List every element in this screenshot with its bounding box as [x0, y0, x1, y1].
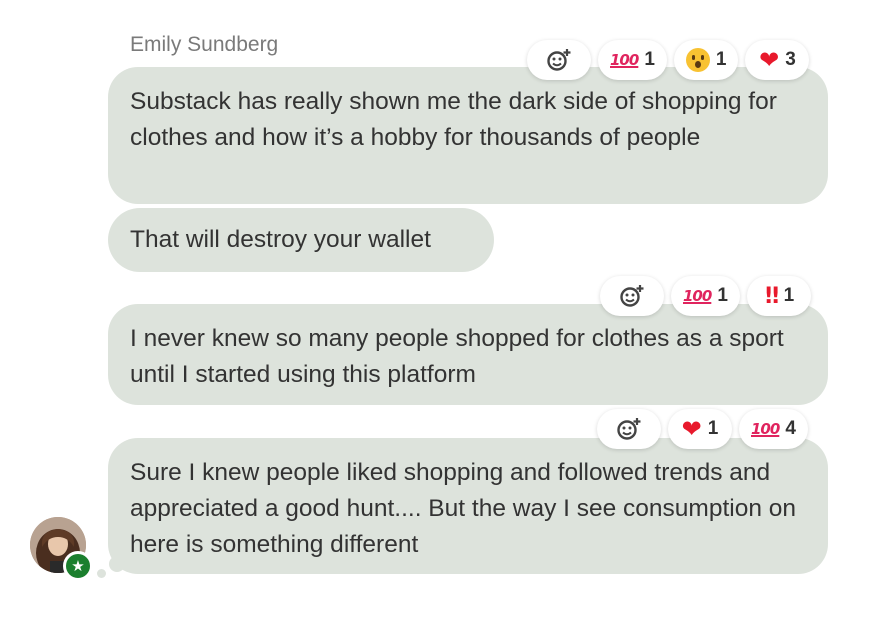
reaction-bar: 100 1 1 ❤ 3: [527, 40, 810, 80]
reaction-surprised[interactable]: 1: [673, 40, 739, 80]
reaction-hundred[interactable]: 100 4: [739, 409, 808, 449]
star-badge: ★: [63, 551, 93, 581]
add-reaction-icon: [620, 285, 644, 307]
reaction-exclamation[interactable]: !! 1: [746, 276, 811, 316]
add-reaction-icon: [547, 49, 571, 71]
message-bubble[interactable]: That will destroy your wallet: [108, 208, 494, 272]
star-icon: ★: [71, 557, 85, 575]
hundred-points-icon: 100: [751, 420, 780, 438]
reaction-count: 4: [785, 418, 796, 439]
reaction-bar: 100 1 !! 1: [600, 276, 811, 316]
reaction-count: 1: [717, 285, 728, 306]
reaction-heart[interactable]: ❤ 1: [668, 409, 732, 449]
reaction-hundred[interactable]: 100 1: [598, 40, 667, 80]
reaction-bar: ❤ 1 100 4: [597, 409, 808, 449]
message-bubble[interactable]: Sure I knew people liked shopping and fo…: [108, 438, 828, 574]
reaction-heart[interactable]: ❤ 3: [745, 40, 810, 80]
reaction-count: 1: [644, 49, 655, 70]
hundred-points-icon: 100: [683, 287, 712, 305]
bubble-tail-dot: [97, 569, 106, 578]
bubble-tail-dot: [109, 556, 125, 572]
hundred-points-icon: 100: [610, 51, 639, 69]
red-heart-icon: ❤: [759, 46, 780, 74]
reaction-hundred[interactable]: 100 1: [671, 276, 740, 316]
add-reaction-icon: [617, 418, 641, 440]
sender-name: Emily Sundberg: [130, 33, 279, 56]
reaction-count: 1: [783, 285, 795, 306]
reaction-count: 1: [715, 49, 727, 70]
surprised-face-icon: [685, 48, 710, 72]
message-bubble[interactable]: I never knew so many people shopped for …: [108, 304, 828, 405]
reaction-count: 1: [707, 418, 719, 439]
message-bubble[interactable]: Substack has really shown me the dark si…: [108, 67, 828, 204]
add-reaction-button[interactable]: [527, 40, 591, 80]
red-heart-icon: ❤: [681, 415, 702, 443]
reaction-count: 3: [785, 49, 796, 70]
add-reaction-button[interactable]: [597, 409, 661, 449]
double-exclamation-icon: !!: [763, 283, 781, 309]
add-reaction-button[interactable]: [600, 276, 664, 316]
